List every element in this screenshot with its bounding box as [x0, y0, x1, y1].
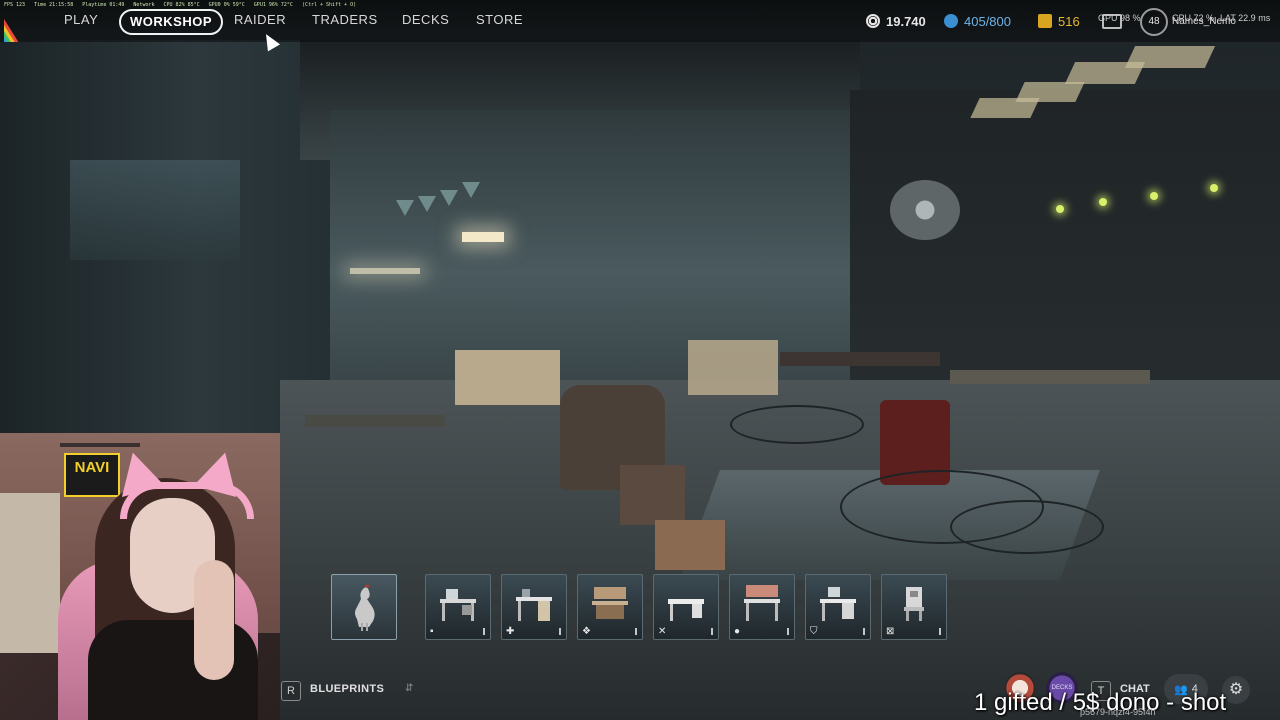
storage-icon: [944, 14, 958, 28]
bunting-flag: [418, 196, 436, 212]
string-light: [1210, 184, 1218, 192]
slot-category-icon: ❖: [582, 626, 591, 637]
string-light: [1150, 192, 1158, 200]
webcam-shelf: [0, 493, 60, 653]
workbench-icon: [440, 589, 476, 621]
player-level-badge[interactable]: 48: [1140, 8, 1168, 36]
table-icon: [668, 599, 704, 621]
coin-icon: [866, 14, 880, 28]
shelf-light: [350, 268, 420, 274]
blueprint-slot-rooster[interactable]: [331, 574, 397, 640]
streamer-hand: [194, 560, 234, 680]
slot-level-bar: [939, 628, 941, 635]
shelf-icon: [592, 587, 628, 619]
surgical-lamp: [890, 180, 960, 240]
blueprint-slot-utility-station[interactable]: ●: [729, 574, 795, 640]
string-light: [1099, 198, 1107, 206]
bunting-flag: [462, 182, 480, 198]
coins-balance: 19.740: [866, 11, 926, 31]
slot-category-icon: ▪: [430, 626, 434, 637]
bench-icon: [744, 585, 780, 621]
desk: [455, 350, 560, 405]
slot-level-bar: [635, 628, 637, 635]
blueprint-slot-gear-bench[interactable]: ⛉: [805, 574, 871, 640]
slot-category-icon: ✕: [658, 626, 667, 637]
gpu-overlay: GPU 98 %: [1098, 13, 1141, 23]
performance-overlay: FPS 123 Time 21:15:58 Playtime 01:49 Net…: [4, 2, 362, 8]
bunting-flag: [440, 190, 458, 206]
cable-coil: [950, 500, 1104, 554]
latency-overlay: LAT 22.9 ms: [1220, 13, 1271, 23]
desk: [688, 340, 778, 395]
blueprint-slot-refiner[interactable]: ❖: [577, 574, 643, 640]
token-icon: [1038, 14, 1052, 28]
overlay-stat: Network: [133, 2, 155, 8]
skylight: [1015, 82, 1085, 102]
slot-level-bar: [711, 628, 713, 635]
slot-level-bar: [863, 628, 865, 635]
nav-decks[interactable]: DECKS: [402, 7, 449, 33]
slot-level-bar: [787, 628, 789, 635]
blueprint-slot-explosives-station[interactable]: ⊠: [881, 574, 947, 640]
blueprint-slot-workbench-1[interactable]: ▪: [425, 574, 491, 640]
settings-gear-icon[interactable]: ⚙: [1222, 676, 1250, 704]
top-navigation-bar: FPS 123 Time 21:15:58 Playtime 01:49 Net…: [0, 0, 1280, 42]
skylight: [1124, 46, 1216, 68]
overlay-stat: CPU 82% 85°C: [163, 2, 200, 8]
tokens-value: 516: [1058, 13, 1080, 29]
cable-coil: [730, 405, 864, 444]
rooster-icon: [355, 585, 375, 631]
game-logo[interactable]: [4, 2, 44, 42]
nav-workshop[interactable]: WORKSHOP: [119, 9, 223, 35]
blueprint-slot-medical-station[interactable]: ✚: [501, 574, 567, 640]
stream-code: p5679-nqzf4-95f4h: [1080, 707, 1156, 717]
slot-category-icon: ⛉: [810, 626, 818, 637]
slot-category-icon: ✚: [506, 626, 515, 637]
slot-category-icon: ●: [734, 626, 741, 637]
workbench: [780, 352, 940, 366]
blueprint-slot-gunsmith[interactable]: ✕: [653, 574, 719, 640]
nav-traders[interactable]: TRADERS: [312, 7, 378, 33]
webcam-shelf: [60, 443, 140, 447]
string-light: [1056, 205, 1064, 213]
overlay-stat: FPS 123: [4, 2, 26, 8]
shelf-table: [305, 415, 445, 427]
window: [70, 160, 240, 260]
side-table: [620, 465, 685, 525]
player-level: 48: [1148, 16, 1160, 27]
coins-value: 19.740: [886, 13, 926, 29]
bunting-flag: [396, 200, 414, 216]
tokens-balance: 516: [1038, 11, 1080, 31]
machine-icon: [904, 587, 924, 621]
slot-level-bar: [483, 628, 485, 635]
slot-category-icon: ⊠: [886, 626, 895, 637]
blueprints-hotkey: R: [281, 681, 301, 701]
nav-store[interactable]: STORE: [476, 7, 523, 33]
crate: [655, 520, 725, 570]
desk-icon: [820, 587, 856, 621]
nav-play[interactable]: PLAY: [64, 7, 98, 33]
storage-capacity[interactable]: 405/800: [944, 11, 1011, 31]
work-light: [462, 232, 504, 242]
scroll-hint-icon: ⇵: [405, 683, 414, 694]
storage-value: 405/800: [964, 13, 1011, 29]
slot-level-bar: [559, 628, 561, 635]
workbench: [950, 370, 1150, 384]
nav-raider[interactable]: RAIDER: [234, 7, 286, 33]
desk-icon: [516, 589, 552, 621]
blueprints-button[interactable]: BLUEPRINTS: [310, 683, 384, 695]
